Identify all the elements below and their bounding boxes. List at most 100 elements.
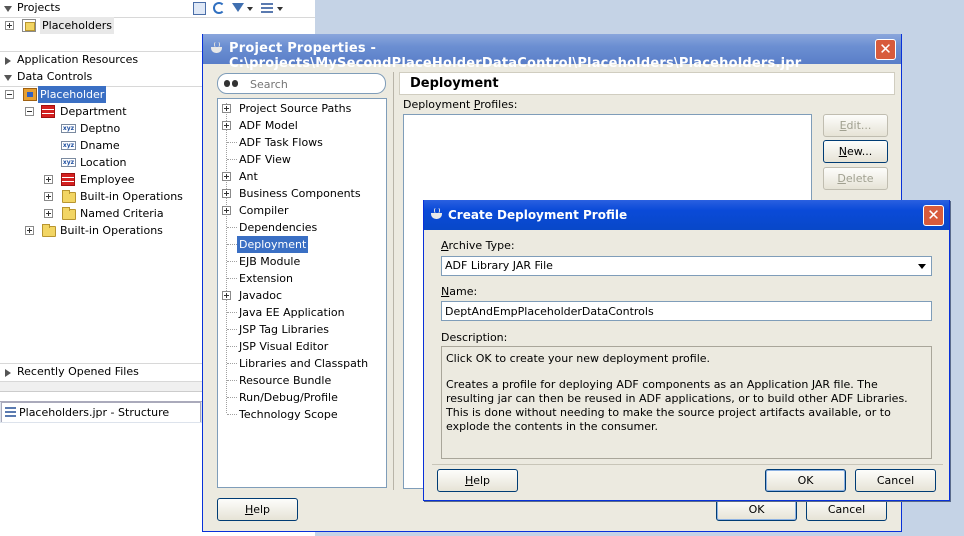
expand-icon[interactable] <box>222 172 231 181</box>
tree-connector <box>227 278 237 279</box>
tree-node-label: Named Criteria <box>80 207 164 220</box>
nav-item[interactable]: Technology Scope <box>239 406 338 423</box>
expand-icon[interactable] <box>222 104 231 113</box>
expand-icon[interactable] <box>44 209 53 218</box>
archive-type-select[interactable]: ADF Library JAR File <box>441 256 932 276</box>
folder-icon <box>62 207 76 220</box>
project-properties-titlebar[interactable]: Project Properties - C:\projects\MySecon… <box>203 34 901 71</box>
nav-item[interactable]: Java EE Application <box>239 304 345 321</box>
expand-icon[interactable] <box>25 226 34 235</box>
help-button[interactable]: Help <box>437 469 518 492</box>
collection-icon <box>41 105 55 118</box>
tree-node-builtin-operations[interactable]: Built-in Operations <box>0 188 200 205</box>
ok-button[interactable]: OK <box>765 469 846 492</box>
expand-icon[interactable] <box>222 206 231 215</box>
search-toolbar-icon[interactable] <box>193 2 206 15</box>
tree-connector <box>227 142 237 143</box>
create-profile-titlebar[interactable]: Create Deployment Profile ✕ <box>424 200 949 230</box>
working-sets-dropdown-icon[interactable] <box>277 7 283 11</box>
nav-item[interactable]: Deployment <box>237 236 309 253</box>
tree-node-deptno[interactable]: xyz Deptno <box>0 120 200 137</box>
archive-type-value: ADF Library JAR File <box>445 259 553 272</box>
button-separator <box>432 464 943 465</box>
description-label: Description: <box>441 331 508 344</box>
tree-node-outer-builtin-operations[interactable]: Built-in Operations <box>0 222 200 239</box>
cancel-button[interactable]: Cancel <box>806 498 887 521</box>
nav-item[interactable]: Resource Bundle <box>239 372 331 389</box>
working-sets-icon[interactable] <box>261 3 273 14</box>
structure-tab[interactable]: Placeholders.jpr - Structure <box>1 402 201 422</box>
close-button[interactable]: ✕ <box>875 39 896 60</box>
description-text-detail: Creates a profile for deploying ADF comp… <box>446 378 908 433</box>
edit-button[interactable]: Edit... <box>823 114 888 137</box>
tree-connector <box>227 159 237 160</box>
expand-icon[interactable] <box>5 21 14 30</box>
delete-button[interactable]: Delete <box>823 167 888 190</box>
projects-header[interactable]: Projects <box>0 0 315 17</box>
help-button[interactable]: Help <box>217 498 298 521</box>
nav-item[interactable]: Compiler <box>239 202 289 219</box>
nav-item[interactable]: Run/Debug/Profile <box>239 389 338 406</box>
structure-tab-label: Placeholders.jpr - Structure <box>19 406 170 419</box>
nav-item[interactable]: Dependencies <box>239 219 317 236</box>
settings-navigation-tree[interactable]: Project Source Paths ADF Model ADF Task Fl… <box>217 98 387 488</box>
nav-item[interactable]: Libraries and Classpath <box>239 355 368 372</box>
ok-button[interactable]: OK <box>716 498 797 521</box>
search-input[interactable] <box>250 76 380 92</box>
collapse-icon[interactable] <box>25 107 34 116</box>
tree-node-label: Placeholder <box>38 86 107 103</box>
collapse-icon[interactable] <box>5 90 14 99</box>
project-tree-row[interactable]: Placeholders <box>0 17 315 34</box>
archive-type-label: Archive Type: <box>441 239 515 252</box>
new-button[interactable]: New... <box>823 140 888 163</box>
chevron-down-icon[interactable] <box>918 264 926 269</box>
nav-item[interactable]: Ant <box>239 168 258 185</box>
name-label: Name: <box>441 285 478 298</box>
tree-connector <box>227 261 237 262</box>
tree-node-location[interactable]: xyz Location <box>0 154 200 171</box>
folder-icon <box>42 224 56 237</box>
coffee-cup-icon <box>429 208 444 221</box>
tree-node-label: Dname <box>80 139 120 152</box>
nav-item[interactable]: Business Components <box>239 185 361 202</box>
expand-icon[interactable] <box>222 291 231 300</box>
nav-item[interactable]: JSP Visual Editor <box>239 338 328 355</box>
tree-connector <box>227 414 237 415</box>
filter-icon[interactable] <box>232 3 244 12</box>
tree-node-department[interactable]: Department <box>0 103 200 120</box>
tree-node-label: Built-in Operations <box>60 224 163 237</box>
tree-node-dname[interactable]: xyz Dname <box>0 137 200 154</box>
data-control-icon <box>23 88 37 101</box>
tree-node-named-criteria[interactable]: Named Criteria <box>0 205 200 222</box>
nav-item[interactable]: ADF Task Flows <box>239 134 323 151</box>
nav-item[interactable]: JSP Tag Libraries <box>239 321 329 338</box>
description-text-intro: Click OK to create your new deployment p… <box>446 352 711 365</box>
filter-dropdown-icon[interactable] <box>247 7 253 11</box>
nav-item[interactable]: Javadoc <box>239 287 282 304</box>
nav-item[interactable]: ADF View <box>239 151 291 168</box>
refresh-icon[interactable] <box>213 2 225 14</box>
tree-node-placeholder[interactable]: Placeholder <box>0 86 200 103</box>
nav-item[interactable]: EJB Module <box>239 253 300 270</box>
binoculars-icon[interactable] <box>224 78 238 89</box>
nav-item[interactable]: Extension <box>239 270 293 287</box>
data-controls-label: Data Controls <box>17 70 93 83</box>
name-field[interactable] <box>441 301 932 321</box>
nav-item[interactable]: Project Source Paths <box>239 100 351 117</box>
expand-icon[interactable] <box>222 121 231 130</box>
folder-icon <box>62 190 76 203</box>
nav-item[interactable]: ADF Model <box>239 117 298 134</box>
close-button[interactable]: ✕ <box>923 205 944 226</box>
splitter[interactable] <box>393 72 394 490</box>
expand-icon[interactable] <box>44 192 53 201</box>
tree-node-label: Location <box>80 156 127 169</box>
cancel-button[interactable]: Cancel <box>855 469 936 492</box>
expand-icon[interactable] <box>222 189 231 198</box>
section-title: Deployment <box>410 76 499 91</box>
tree-node-label: Built-in Operations <box>80 190 183 203</box>
tree-connector <box>227 363 237 364</box>
expand-triangle-icon <box>5 369 11 377</box>
expand-icon[interactable] <box>44 175 53 184</box>
collapse-triangle-icon <box>4 75 12 81</box>
tree-node-employee[interactable]: Employee <box>0 171 200 188</box>
